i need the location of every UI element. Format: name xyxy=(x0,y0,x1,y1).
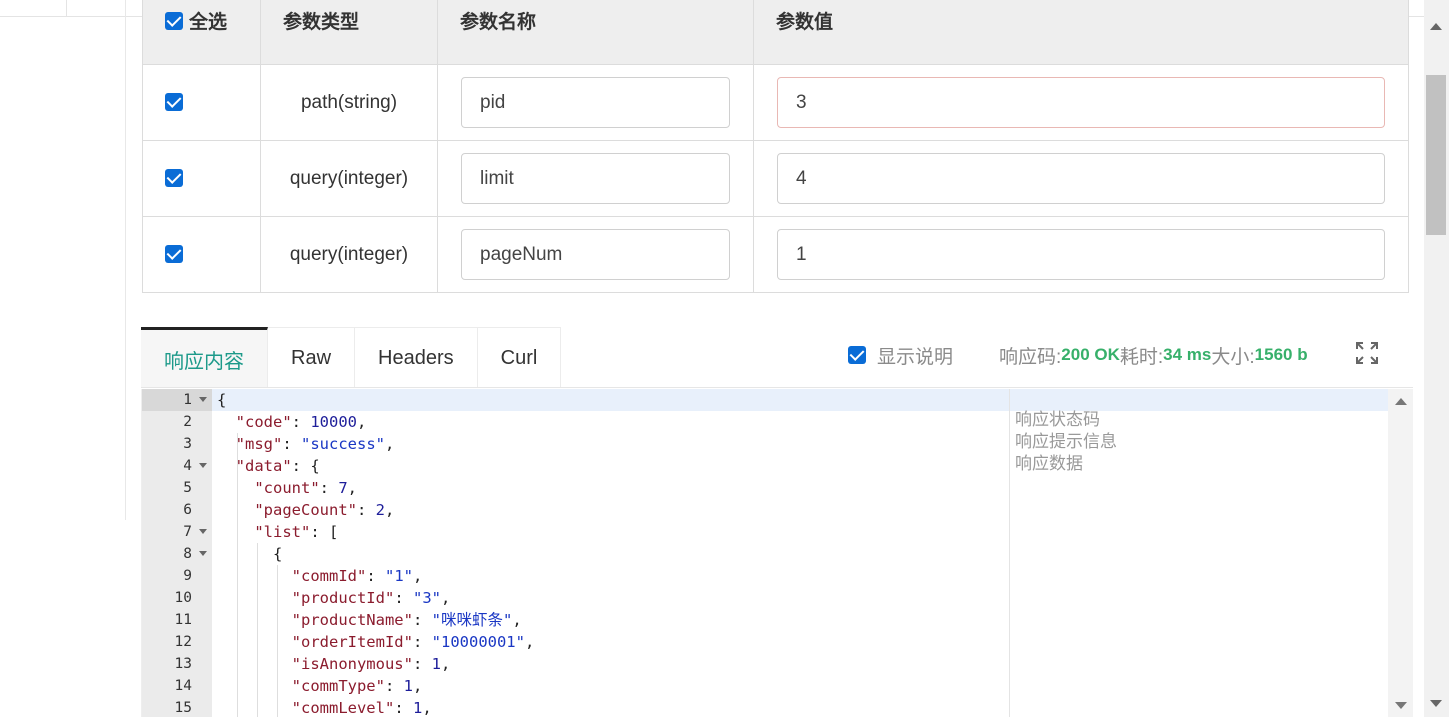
param-name-input[interactable]: limit xyxy=(461,153,730,204)
fold-arrow-icon[interactable] xyxy=(199,463,207,468)
code-line: "code": 10000, xyxy=(235,413,367,431)
param-row: query(integer) pageNum 1 xyxy=(142,216,1409,293)
param-row-checkbox[interactable] xyxy=(165,169,183,188)
line-number: 14 xyxy=(174,678,192,694)
param-type: path(string) xyxy=(260,64,438,141)
code-line: "data": { xyxy=(235,457,320,475)
elapsed-time-value: 34 ms xyxy=(1163,345,1212,364)
scroll-down-icon[interactable] xyxy=(1430,700,1442,707)
field-description: 响应数据 xyxy=(1015,454,1083,474)
param-row: query(integer) limit 4 xyxy=(142,140,1409,217)
code-line: "list": [ xyxy=(254,523,339,541)
select-all-checkbox[interactable] xyxy=(165,11,183,30)
tab-curl[interactable]: Curl xyxy=(477,327,562,388)
line-number: 6 xyxy=(183,502,192,518)
response-meta: 显示说明 响应码: 200 OK 耗时: 34 ms 大小: 1560 b xyxy=(848,340,1308,370)
line-number: 1 xyxy=(142,389,212,411)
json-code: { "code": 10000, "msg": "success", "data… xyxy=(217,389,534,717)
line-number: 3 xyxy=(183,436,192,452)
param-value-input[interactable]: 3 xyxy=(777,77,1385,128)
line-number: 15 xyxy=(174,700,192,716)
field-description: 响应提示信息 xyxy=(1015,432,1117,452)
line-number: 2 xyxy=(183,414,192,430)
line-number: 9 xyxy=(183,568,192,584)
response-size-value: 1560 b xyxy=(1254,345,1308,364)
param-value-header: 参数值 xyxy=(753,0,1409,65)
line-number: 8 xyxy=(142,543,212,565)
code-line: "count": 7, xyxy=(254,479,358,497)
param-type: query(integer) xyxy=(260,140,438,217)
fold-arrow-icon[interactable] xyxy=(199,529,207,534)
elapsed-time-label: 耗时: xyxy=(1119,346,1164,368)
fullscreen-icon[interactable] xyxy=(1355,341,1379,365)
code-line: "orderItemId": "10000001", xyxy=(291,633,535,651)
param-type: query(integer) xyxy=(260,216,438,293)
show-description-checkbox[interactable] xyxy=(848,346,866,364)
code-line: "productName": "咪咪虾条", xyxy=(291,611,522,629)
param-name-header: 参数名称 xyxy=(437,0,754,65)
scroll-up-icon[interactable] xyxy=(1395,398,1407,405)
line-number: 5 xyxy=(183,480,192,496)
tab-response-content[interactable]: 响应内容 xyxy=(141,327,268,388)
code-line: "msg": "success", xyxy=(235,435,395,453)
select-all-header[interactable]: 全选 xyxy=(142,0,261,65)
page-scrollbar[interactable] xyxy=(1424,0,1449,717)
description-column-divider xyxy=(1009,389,1010,717)
param-row: path(string) pid 3 xyxy=(142,64,1409,141)
field-description: 响应状态码 xyxy=(1015,410,1100,430)
code-line: "pageCount": 2, xyxy=(254,501,395,519)
fold-arrow-icon[interactable] xyxy=(199,397,207,402)
response-editor[interactable]: 1 2 3 4 5 6 7 8 9 10 11 12 13 14 15 { "code": 10000, "… xyxy=(141,389,1388,717)
status-code-label: 响应码: xyxy=(999,346,1062,368)
page-scrollbar-thumb[interactable] xyxy=(1426,75,1446,235)
line-number: 10 xyxy=(174,590,192,606)
line-number: 12 xyxy=(174,634,192,650)
api-debug-page: 全选 参数类型 参数名称 参数值 path(string) pid 3 quer… xyxy=(0,0,1449,717)
param-type-header: 参数类型 xyxy=(260,0,438,65)
scroll-down-icon[interactable] xyxy=(1395,702,1407,709)
param-name-input[interactable]: pid xyxy=(461,77,730,128)
left-panel-divider xyxy=(125,0,126,520)
param-row-checkbox[interactable] xyxy=(165,93,183,112)
fold-arrow-icon[interactable] xyxy=(199,551,207,556)
line-number: 13 xyxy=(174,656,192,672)
tab-headers[interactable]: Headers xyxy=(355,327,478,388)
params-header-row: 全选 参数类型 参数名称 参数值 xyxy=(142,0,1409,65)
response-size-label: 大小: xyxy=(1211,346,1255,368)
tab-bar-divider xyxy=(141,387,1413,388)
code-line: { xyxy=(217,391,227,409)
top-strip-divider xyxy=(66,0,67,17)
select-all-label: 全选 xyxy=(189,12,228,33)
params-table: 全选 参数类型 参数名称 参数值 path(string) pid 3 quer… xyxy=(142,0,1409,293)
show-description-label[interactable]: 显示说明 xyxy=(877,342,953,369)
line-number: 7 xyxy=(142,521,212,543)
tab-raw[interactable]: Raw xyxy=(268,327,356,388)
code-line: "commLevel": 1, xyxy=(291,699,432,717)
response-tabs: 响应内容 Raw Headers Curl xyxy=(141,327,562,388)
line-number: 4 xyxy=(142,455,212,477)
param-value-input[interactable]: 4 xyxy=(777,153,1385,204)
code-line: "isAnonymous": 1, xyxy=(291,655,451,673)
code-line: "commId": "1", xyxy=(291,567,423,585)
param-name-input[interactable]: pageNum xyxy=(461,229,730,280)
code-line: { xyxy=(217,545,283,563)
scroll-up-icon[interactable] xyxy=(1430,23,1442,30)
editor-scrollbar[interactable] xyxy=(1388,389,1413,717)
line-number: 11 xyxy=(174,612,192,628)
code-line: "productId": "3", xyxy=(291,589,451,607)
param-value-input[interactable]: 1 xyxy=(777,229,1385,280)
code-line: "commType": 1, xyxy=(291,677,423,695)
status-code-value: 200 OK xyxy=(1061,345,1120,364)
param-row-checkbox[interactable] xyxy=(165,245,183,264)
